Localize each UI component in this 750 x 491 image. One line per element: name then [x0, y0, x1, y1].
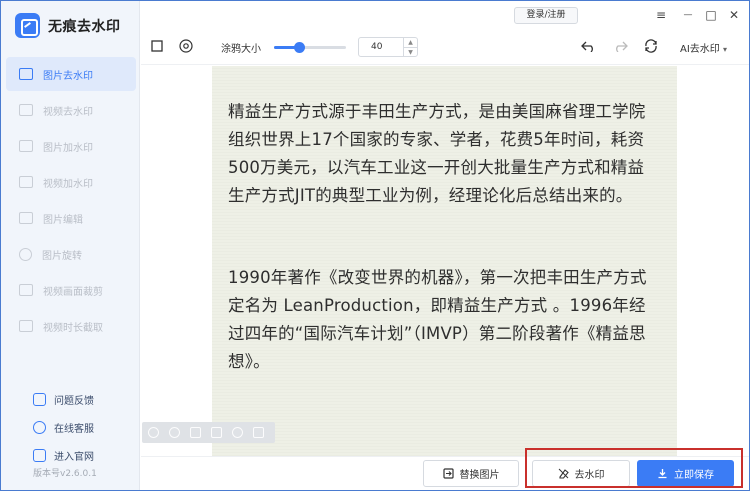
redo-icon[interactable] [613, 40, 628, 52]
app-name: 无痕去水印 [48, 18, 121, 35]
highlight-box [525, 448, 743, 488]
app-logo: 无痕去水印 [15, 13, 121, 38]
feedback-link[interactable]: 问题反馈 [33, 385, 94, 413]
sidebar-item-label: 图片编辑 [43, 214, 83, 226]
document-paragraph-1: 精益生产方式源于丰田生产方式，是由美国麻省理工学院组织世界上17个国家的专家、学… [228, 102, 646, 205]
menu-icon[interactable]: ≡ [652, 6, 670, 24]
website-label: 进入官网 [54, 451, 94, 463]
website-icon [33, 448, 46, 462]
sidebar-item-video-watermark-remove[interactable]: 视频去水印 [6, 93, 136, 127]
zoom-toolbar [142, 422, 275, 443]
image-icon [19, 68, 33, 80]
titlebar: 登录/注册 ≡ — □ ✕ [141, 1, 749, 29]
chevron-down-icon: ▾ [722, 45, 727, 54]
website-link[interactable]: 进入官网 [33, 441, 94, 469]
document-paragraph-2: 1990年著作《改变世界的机器》，第一次把丰田生产方式定名为 LeanProdu… [228, 268, 647, 371]
replace-image-label: 替换图片 [459, 470, 500, 481]
edit-icon [19, 212, 33, 224]
brush-size-value: 40 [371, 42, 383, 52]
video-icon [19, 104, 33, 116]
sidebar-item-image-edit[interactable]: 图片编辑 [6, 201, 136, 235]
sidebar-item-label: 视频加水印 [43, 178, 93, 190]
sidebar-item-label: 视频画面裁剪 [43, 286, 103, 298]
close-icon[interactable]: ✕ [725, 6, 743, 24]
sidebar-item-image-watermark-add[interactable]: 图片加水印 [6, 129, 136, 163]
rotate-icon [19, 247, 32, 261]
hand-pan-icon[interactable] [232, 427, 243, 438]
sidebar-item-label: 图片旋转 [42, 250, 82, 262]
original-size-icon[interactable] [211, 427, 222, 438]
trim-icon [19, 320, 33, 332]
brush-icon[interactable] [179, 39, 193, 53]
toolbar: 涂鸦大小 40 ▲ ▼ AI去水印 ▾ [141, 32, 749, 62]
sidebar-item-image-watermark-remove[interactable]: 图片去水印 [6, 57, 136, 91]
sidebar: 无痕去水印 图片去水印 视频去水印 图片加水印 视频加水印 图片编辑 图片旋转 [1, 1, 140, 490]
brush-size-label: 涂鸦大小 [221, 44, 261, 55]
ai-watermark-dropdown[interactable]: AI去水印 ▾ [680, 40, 727, 55]
reset-icon[interactable] [644, 39, 658, 53]
brush-size-input[interactable]: 40 ▲ ▼ [358, 37, 418, 57]
image-add-icon [19, 140, 33, 152]
maximize-icon[interactable]: □ [702, 6, 720, 24]
image-canvas[interactable]: 精益生产方式源于丰田生产方式，是由美国麻省理工学院组织世界上17个国家的专家、学… [141, 65, 749, 456]
rect-select-icon[interactable] [151, 40, 163, 52]
logo-icon [15, 13, 40, 38]
login-button[interactable]: 登录/注册 [514, 7, 578, 24]
feedback-icon [33, 392, 46, 406]
fit-screen-icon[interactable] [190, 427, 201, 438]
replace-icon [442, 468, 454, 479]
crop-icon [19, 284, 33, 296]
support-icon [33, 420, 46, 434]
support-link[interactable]: 在线客服 [33, 413, 94, 441]
video-add-icon [19, 176, 33, 188]
sidebar-item-label: 视频时长截取 [43, 322, 103, 334]
sidebar-bottom-links: 问题反馈 在线客服 进入官网 [33, 385, 94, 469]
zoom-out-icon[interactable] [148, 427, 159, 438]
slider-handle[interactable] [294, 42, 306, 53]
brush-size-slider[interactable] [274, 42, 346, 53]
support-label: 在线客服 [54, 423, 94, 435]
minimize-icon[interactable]: — [679, 6, 697, 24]
document-image: 精益生产方式源于丰田生产方式，是由美国麻省理工学院组织世界上17个国家的专家、学… [212, 66, 677, 456]
sidebar-item-video-watermark-add[interactable]: 视频加水印 [6, 165, 136, 199]
zoom-in-icon[interactable] [169, 427, 180, 438]
sidebar-item-label: 视频去水印 [43, 106, 93, 118]
decrement-icon[interactable]: ▼ [403, 47, 417, 56]
sidebar-item-image-rotate[interactable]: 图片旋转 [6, 237, 136, 271]
sidebar-item-video-trim[interactable]: 视频时长截取 [6, 309, 136, 343]
sidebar-nav: 图片去水印 视频去水印 图片加水印 视频加水印 图片编辑 图片旋转 视频画面裁剪 [6, 57, 136, 345]
replace-image-button[interactable]: 替换图片 [423, 460, 519, 487]
sidebar-item-video-crop[interactable]: 视频画面裁剪 [6, 273, 136, 307]
compare-icon[interactable] [253, 427, 264, 438]
increment-icon[interactable]: ▲ [403, 38, 417, 47]
sidebar-item-label: 图片加水印 [43, 142, 93, 154]
undo-icon[interactable] [581, 40, 596, 52]
feedback-label: 问题反馈 [54, 395, 94, 407]
sidebar-item-label: 图片去水印 [43, 70, 93, 82]
version-label: 版本号v2.6.0.1 [33, 469, 97, 479]
ai-watermark-label: AI去水印 [680, 44, 720, 55]
